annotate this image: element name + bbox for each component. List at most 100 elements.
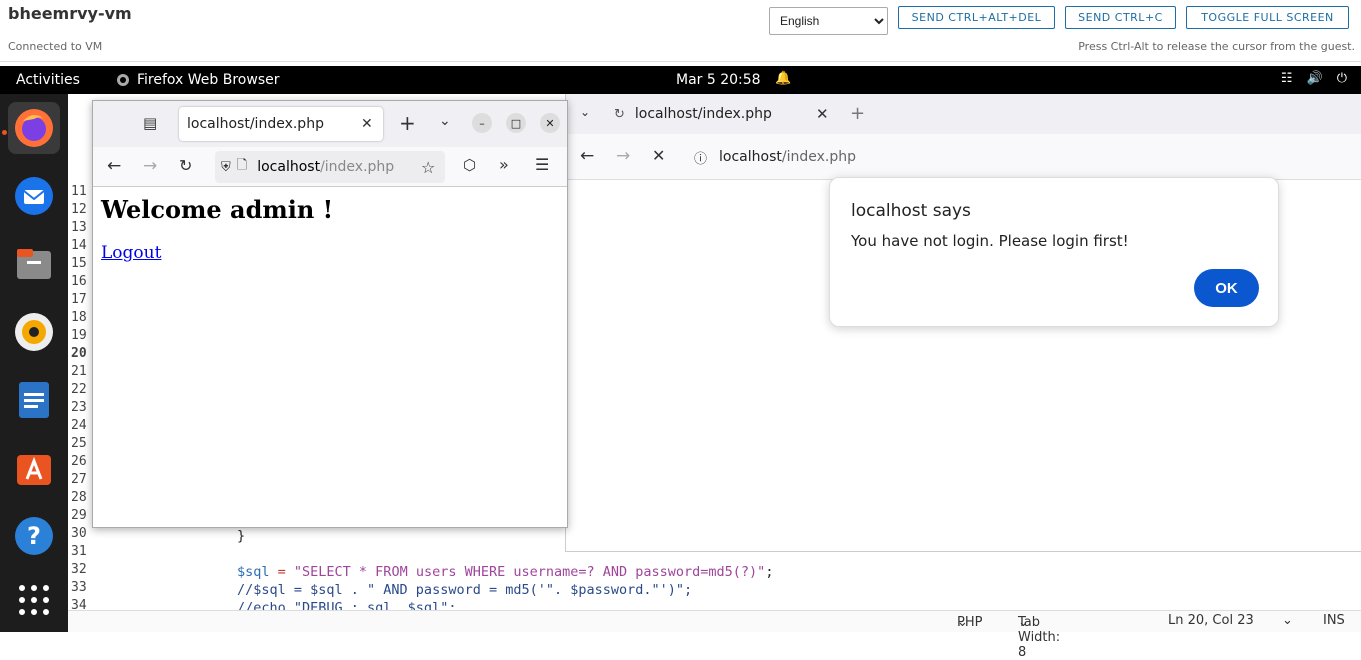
line-number: 26 — [71, 454, 87, 469]
extensions-icon[interactable]: ⬡ — [463, 156, 476, 174]
code-sql-line: $sql = "SELECT * FROM users WHERE userna… — [237, 564, 773, 580]
forward-arrow-icon[interactable]: → — [616, 146, 630, 166]
firefox-window-left: ▤ localhost/index.php ✕ + ⌄ – □ ✕ ← → ↻ … — [92, 100, 568, 528]
hamburger-menu-icon[interactable]: ☰ — [535, 155, 549, 174]
app-grid-icon[interactable] — [8, 574, 60, 626]
volume-icon: 🔊 — [1306, 71, 1323, 86]
navigation-bar: ← → ✕ ⓘ localhost/index.php — [566, 134, 1361, 180]
maximize-icon[interactable]: □ — [506, 113, 526, 133]
system-menu[interactable]: ☷ 🔊 ⏻ — [1281, 71, 1347, 86]
line-number: 12 — [71, 202, 87, 217]
url-path: /index.php — [781, 149, 856, 165]
toggle-full-screen-button[interactable]: TOGGLE FULL SCREEN — [1186, 6, 1349, 29]
reload-icon[interactable]: ↻ — [179, 156, 192, 175]
line-number: 13 — [71, 220, 87, 235]
send-ctrl-alt-del-button[interactable]: SEND CTRL+ALT+DEL — [898, 6, 1055, 29]
vm-console-header: bheemrvy-vm Connected to VM English SEND… — [0, 0, 1361, 62]
files-icon[interactable] — [8, 238, 60, 290]
info-icon[interactable]: ⓘ — [694, 148, 707, 167]
send-ctrl-c-button[interactable]: SEND CTRL+C — [1065, 6, 1176, 29]
new-tab-icon[interactable]: + — [399, 111, 416, 135]
navigation-bar: ← → ↻ ⛨ 🗋 localhost/index.php ☆ ⬡ » ☰ — [93, 147, 567, 187]
vm-name: bheemrvy-vm — [8, 4, 132, 23]
page-content: Welcome admin ! Logout — [93, 187, 567, 527]
tab-title: localhost/index.php — [634, 106, 772, 122]
line-number: 21 — [71, 364, 87, 379]
line-number: 29 — [71, 508, 87, 523]
vm-connection-status: Connected to VM — [8, 40, 103, 53]
app-center-icon[interactable] — [8, 442, 60, 494]
code-sql-end: ; — [765, 564, 774, 580]
url-path: /index.php — [320, 159, 395, 175]
firefox-small-icon — [117, 74, 129, 86]
overflow-menu-icon[interactable]: » — [499, 155, 509, 174]
page-icon: 🗋 — [236, 158, 248, 173]
power-icon: ⏻ — [1336, 71, 1347, 86]
clock[interactable]: Mar 5 20:58 — [676, 72, 761, 88]
close-window-icon[interactable]: ✕ — [540, 113, 560, 133]
tab-list-chevron-icon[interactable]: ⌄ — [439, 113, 451, 129]
tab-list-chevron-icon[interactable]: ⌄ — [580, 105, 590, 119]
close-tab-icon[interactable]: ✕ — [816, 105, 829, 123]
close-tab-icon[interactable]: ✕ — [361, 116, 373, 132]
line-number: 18 — [71, 310, 87, 325]
line-number: 24 — [71, 418, 87, 433]
editor-status-bar: PHP ⌄ Tab Width: 8 ⌄ Ln 20, Col 23 ⌄ INS — [68, 610, 1361, 660]
line-number: 11 — [71, 184, 87, 199]
shield-icon: ⛨ — [221, 159, 231, 175]
new-tab-icon[interactable]: + — [850, 103, 865, 124]
writer-icon[interactable] — [8, 374, 60, 426]
line-number: 32 — [71, 562, 87, 577]
forward-arrow-icon[interactable]: → — [143, 156, 157, 176]
keyboard-language-select[interactable]: English — [769, 7, 888, 35]
line-number: 20 — [71, 346, 87, 361]
active-indicator — [2, 130, 7, 135]
code-sql-op: = — [269, 564, 294, 580]
line-number: 28 — [71, 490, 87, 505]
browser-tab[interactable]: localhost/index.php ✕ — [179, 107, 383, 141]
firefox-icon[interactable] — [8, 102, 60, 154]
minimize-icon[interactable]: – — [472, 113, 492, 133]
svg-text:?: ? — [27, 522, 41, 550]
help-icon[interactable]: ? — [8, 510, 60, 562]
release-cursor-hint: Press Ctrl-Alt to release the cursor fro… — [1078, 40, 1355, 53]
activities-button[interactable]: Activities — [16, 72, 80, 88]
app-menu-label: Firefox Web Browser — [137, 72, 280, 88]
chevron-down-icon: ⌄ — [1018, 615, 1029, 630]
code-sql-string: "SELECT * FROM users WHERE username=? AN… — [293, 564, 766, 580]
firefox-view-icon[interactable]: ▤ — [143, 114, 157, 132]
browser-tab[interactable]: ↻ localhost/index.php ✕ — [600, 98, 840, 130]
notification-bell-icon: 🔔 — [775, 71, 792, 86]
line-number: 23 — [71, 400, 87, 415]
line-number: 15 — [71, 256, 87, 271]
back-arrow-icon[interactable]: ← — [107, 156, 121, 176]
welcome-heading: Welcome admin ! — [101, 195, 334, 224]
rhythmbox-icon[interactable] — [8, 306, 60, 358]
logout-link[interactable]: Logout — [101, 243, 161, 263]
chevron-down-icon[interactable]: ⌄ — [1282, 613, 1293, 628]
back-arrow-icon[interactable]: ← — [580, 146, 594, 166]
alert-title: localhost says — [851, 201, 971, 221]
gnome-top-bar: Activities Firefox Web Browser Mar 5 20:… — [0, 66, 1361, 94]
line-number: 33 — [71, 580, 87, 595]
chevron-down-icon: ⌄ — [957, 615, 968, 630]
url-bar[interactable]: ⛨ 🗋 localhost/index.php ☆ — [215, 151, 445, 183]
alert-dialog: localhost says You have not login. Pleas… — [829, 177, 1279, 327]
url-host: localhost — [257, 159, 321, 175]
dock: ? — [0, 94, 68, 632]
line-number: 31 — [71, 544, 87, 559]
line-number: 27 — [71, 472, 87, 487]
bookmark-star-icon[interactable]: ☆ — [421, 158, 435, 177]
url-bar[interactable]: ⓘ localhost/index.php — [686, 141, 1361, 173]
code-brace: } — [237, 528, 246, 544]
cursor-position[interactable]: Ln 20, Col 23 — [1168, 613, 1254, 628]
thunderbird-icon[interactable] — [8, 170, 60, 222]
url-host: localhost — [719, 149, 782, 165]
app-menu[interactable]: Firefox Web Browser — [116, 72, 280, 88]
line-number: 22 — [71, 382, 87, 397]
stop-loading-icon[interactable]: ✕ — [652, 146, 665, 165]
line-number: 16 — [71, 274, 87, 289]
line-number: 25 — [71, 436, 87, 451]
ok-button[interactable]: OK — [1194, 269, 1259, 307]
insert-mode: INS — [1323, 613, 1345, 628]
